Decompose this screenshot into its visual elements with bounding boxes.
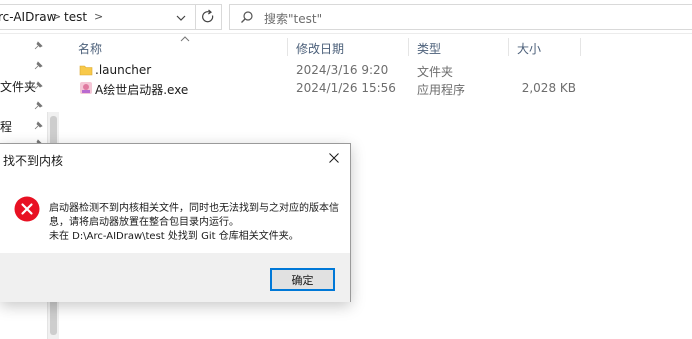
pin-icon: [33, 100, 43, 110]
dialog-message-line: 启动器检测不到内核相关文件，同时也无法找到与之对应的版本信: [49, 203, 339, 214]
sort-ascending-icon: [180, 32, 190, 42]
file-size: 2,028 KB: [521, 81, 576, 95]
file-row[interactable]: A绘世启动器.exe 2024/1/26 15:56 应用程序 2,028 KB: [72, 78, 692, 98]
error-dialog: 找不到内核 启动器检测不到内核相关文件，同时也无法找到与之对应的版本信 息，请将…: [0, 143, 351, 302]
column-divider[interactable]: [408, 38, 409, 56]
close-icon: [329, 153, 339, 163]
dialog-title: 找不到内核: [3, 154, 64, 168]
column-header-type[interactable]: 类型: [417, 40, 441, 57]
column-divider[interactable]: [508, 38, 509, 56]
column-header-name[interactable]: 名称: [78, 40, 102, 57]
breadcrumb-separator[interactable]: >: [94, 10, 103, 23]
nav-item-label[interactable]: 文件夹: [0, 78, 36, 95]
file-name: A绘世启动器.exe: [95, 83, 189, 97]
breadcrumb-current[interactable]: test: [64, 10, 87, 24]
column-header-date[interactable]: 修改日期: [296, 40, 344, 57]
file-type: 应用程序: [417, 83, 466, 97]
refresh-button[interactable]: [196, 4, 222, 30]
search-input[interactable]: 搜索"test": [264, 10, 322, 27]
dialog-body: 启动器检测不到内核相关文件，同时也无法找到与之对应的版本信 息，请将启动器放置在…: [0, 174, 350, 253]
breadcrumb-parent[interactable]: rc-AIDraw: [0, 10, 56, 24]
address-bar[interactable]: rc-AIDraw > test >: [0, 4, 196, 30]
column-header-size[interactable]: 大小: [517, 40, 541, 57]
search-box[interactable]: 搜索"test": [229, 4, 692, 30]
file-date: 2024/1/26 15:56: [296, 81, 396, 95]
app-icon: [79, 81, 93, 95]
refresh-icon: [202, 9, 214, 23]
dialog-footer: 确定: [0, 253, 350, 302]
address-toolbar: rc-AIDraw > test > 搜索"test": [0, 0, 692, 34]
folder-icon: [79, 63, 93, 77]
breadcrumb-separator[interactable]: >: [52, 10, 61, 23]
error-icon: [14, 196, 40, 222]
ok-button[interactable]: 确定: [270, 268, 335, 291]
nav-item-label[interactable]: 程: [0, 118, 12, 135]
pin-icon: [33, 60, 43, 70]
pin-icon: [33, 120, 43, 130]
column-divider[interactable]: [287, 38, 288, 56]
file-name: .launcher: [95, 63, 152, 77]
dialog-titlebar[interactable]: 找不到内核: [0, 144, 350, 174]
pin-icon: [33, 40, 43, 50]
close-button[interactable]: [318, 144, 350, 174]
search-icon: [240, 10, 254, 24]
column-divider[interactable]: [580, 38, 581, 56]
pin-icon: [33, 80, 43, 90]
chevron-down-icon[interactable]: [174, 11, 188, 25]
file-date: 2024/3/16 9:20: [296, 63, 389, 77]
file-row[interactable]: .launcher 2024/3/16 9:20 文件夹: [72, 60, 692, 80]
dialog-message-line: 未在 D:\Arc-AIDraw\test 处找到 Git 仓库相关文件夹。: [49, 231, 299, 242]
dialog-message-line: 息，请将启动器放置在整合包目录内运行。: [49, 217, 239, 228]
